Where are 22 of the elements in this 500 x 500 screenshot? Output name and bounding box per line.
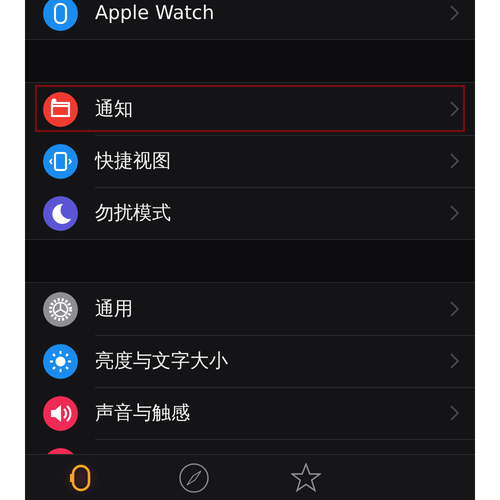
settings-item[interactable]: 声音与触感: [95, 400, 450, 426]
chevron-icon: [450, 205, 459, 221]
chevron-icon: [450, 404, 459, 420]
settings-item[interactable]: 勿扰模式: [95, 200, 450, 226]
watch-icon: [43, 0, 78, 30]
glance-icon: [43, 144, 78, 178]
notification-icon: [43, 92, 78, 126]
settings-item[interactable]: 快捷视图: [95, 148, 450, 174]
brightness-icon: [43, 344, 78, 378]
compass-icon: [178, 462, 209, 492]
chevron-icon: [450, 100, 459, 116]
gear-icon: [43, 292, 78, 326]
star-icon: [291, 462, 322, 492]
settings-item[interactable]: 通用: [95, 296, 450, 322]
chevron-icon: [450, 152, 459, 168]
sound-icon: [43, 396, 78, 430]
settings-item[interactable]: 亮度与文字大小: [95, 348, 450, 374]
settings-item[interactable]: 通知: [95, 96, 450, 122]
moon-icon: [43, 196, 78, 230]
chevron-icon: [450, 352, 459, 368]
chevron-icon: [450, 5, 459, 21]
chevron-icon: [450, 300, 459, 316]
